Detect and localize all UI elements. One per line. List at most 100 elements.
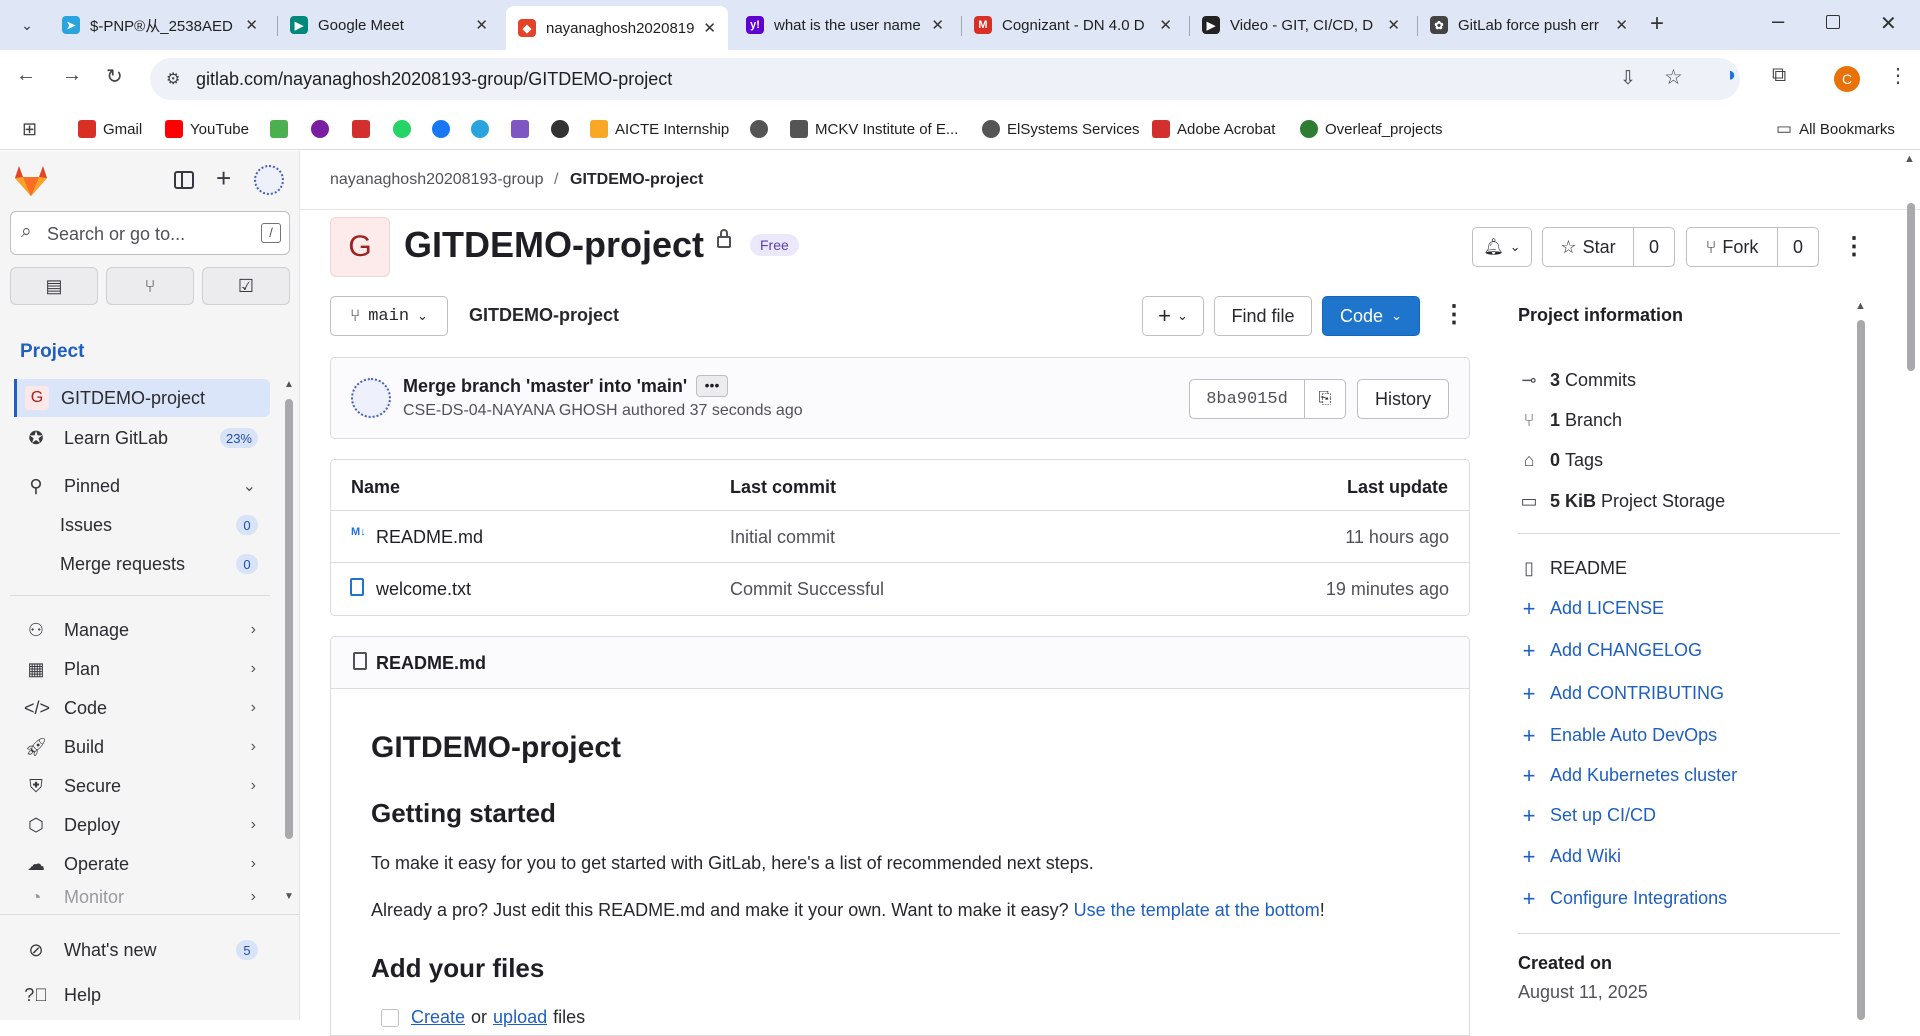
- close-icon[interactable]: ✕: [931, 16, 944, 34]
- bookmark-icon-only[interactable]: [432, 118, 457, 140]
- page-scrollbar[interactable]: ▲: [1904, 153, 1918, 1020]
- gitlab-logo-icon[interactable]: [14, 165, 48, 202]
- collapse-sidebar-icon[interactable]: [174, 171, 194, 189]
- sidebar-item-monitor[interactable]: ◔ Monitor ›: [10, 884, 270, 910]
- apps-grid-icon[interactable]: ⊞: [22, 118, 37, 140]
- close-icon[interactable]: ✕: [1615, 16, 1628, 34]
- commit-author-link[interactable]: CSE-DS-04-NAYANA GHOSH: [403, 402, 618, 419]
- sidebar-item-whats-new[interactable]: ⊘ What's new 5: [10, 931, 270, 969]
- bookmark-icon-only[interactable]: [511, 118, 536, 140]
- star-button[interactable]: ☆ Star: [1542, 227, 1634, 267]
- browser-tab-active[interactable]: ◆ nayanaghosh20208193 ✕: [506, 6, 728, 50]
- sidebar-item-help[interactable]: ?⃝ Help: [10, 976, 270, 1014]
- sidebar-item-secure[interactable]: ⛨ Secure ›: [10, 767, 270, 805]
- bookmark-icon-only[interactable]: [471, 118, 496, 140]
- copy-sha-button[interactable]: ⎘: [1304, 379, 1346, 419]
- browser-tab[interactable]: y! what is the user name ✕: [734, 8, 956, 42]
- setup-cicd-link[interactable]: + Set up CI/CD: [1518, 804, 1656, 826]
- file-last-commit-link[interactable]: Initial commit: [730, 527, 835, 548]
- commit-sha[interactable]: 8ba9015d: [1189, 379, 1305, 419]
- branch-selector[interactable]: ⑂ main ⌄: [330, 296, 448, 336]
- search-input[interactable]: ⌕ Search or go to... /: [10, 211, 290, 255]
- storage-link[interactable]: ▭ 5 KiB Project Storage: [1518, 491, 1725, 512]
- close-icon[interactable]: ✕: [475, 16, 488, 34]
- add-license-link[interactable]: + Add LICENSE: [1518, 597, 1665, 619]
- merge-requests-button[interactable]: ⑂: [106, 267, 194, 305]
- add-to-tree-dropdown[interactable]: + ⌄: [1142, 296, 1204, 336]
- bookmark-icon-only[interactable]: [352, 118, 377, 140]
- commit-message-link[interactable]: Merge branch 'master' into 'main': [403, 376, 687, 397]
- all-bookmarks[interactable]: ▭ All Bookmarks: [1776, 118, 1895, 140]
- sidebar-scrollbar[interactable]: ▲ ▼: [283, 379, 295, 909]
- close-icon[interactable]: ✕: [1159, 16, 1172, 34]
- sidebar-item-deploy[interactable]: ⬡ Deploy ›: [10, 806, 270, 844]
- sidebar-item-manage[interactable]: ⚇ Manage ›: [10, 611, 270, 649]
- sidebar-item-build[interactable]: 🚀︎ Build ›: [10, 728, 270, 766]
- close-icon[interactable]: ✕: [1387, 16, 1400, 34]
- browser-tab[interactable]: ✿ GitLab force push err ✕: [1418, 8, 1640, 42]
- extensions-puzzle-icon[interactable]: ⧉: [1772, 64, 1786, 87]
- profile-avatar[interactable]: C: [1834, 66, 1860, 92]
- bookmark-aicte[interactable]: AICTE Internship: [590, 118, 729, 140]
- fork-count[interactable]: 0: [1777, 227, 1819, 267]
- readme-link[interactable]: ▯ README: [1518, 558, 1627, 579]
- readme-file-link[interactable]: README.md: [376, 653, 486, 674]
- bookmark-adobe[interactable]: Adobe Acrobat: [1152, 118, 1275, 140]
- table-row[interactable]: M↓ README.md Initial commit 11 hours ago: [331, 510, 1469, 562]
- browser-tab[interactable]: M Cognizant - DN 4.0 D ✕: [962, 8, 1184, 42]
- add-contributing-link[interactable]: + Add CONTRIBUTING: [1518, 682, 1724, 704]
- sidebar-item-plan[interactable]: ▦ Plan ›: [10, 650, 270, 688]
- browser-tab[interactable]: ▶ Video - GIT, CI/CD, D ✕: [1190, 8, 1412, 42]
- browser-menu-icon[interactable]: ⋮: [1888, 63, 1908, 88]
- commit-author-avatar[interactable]: [351, 378, 391, 418]
- enable-auto-devops-link[interactable]: + Enable Auto DevOps: [1518, 724, 1718, 746]
- task-checkbox[interactable]: [381, 1008, 399, 1027]
- bookmark-icon-only[interactable]: [393, 118, 418, 140]
- add-changelog-link[interactable]: + Add CHANGELOG: [1518, 639, 1703, 661]
- sidebar-item-operate[interactable]: ☁ Operate ›: [10, 845, 270, 883]
- bookmark-youtube[interactable]: YouTube: [165, 118, 249, 140]
- bookmark-icon-only[interactable]: [551, 118, 576, 140]
- commits-link[interactable]: ⊸ 3 Commits: [1518, 370, 1636, 391]
- sidebar-item-issues[interactable]: Issues 0: [10, 506, 270, 544]
- create-new-icon[interactable]: +: [216, 163, 231, 194]
- add-kubernetes-cluster-link[interactable]: + Add Kubernetes cluster: [1518, 764, 1738, 786]
- assigned-issues-button[interactable]: ▤: [10, 267, 98, 305]
- breadcrumb-project-link[interactable]: GITDEMO-project: [570, 171, 703, 189]
- configure-integrations-link[interactable]: + Configure Integrations: [1518, 887, 1728, 909]
- bookmark-elsystems[interactable]: ElSystems Services: [982, 118, 1140, 140]
- sidebar-item-merge-requests[interactable]: Merge requests 0: [10, 545, 270, 583]
- close-icon[interactable]: ✕: [703, 19, 716, 37]
- todo-list-button[interactable]: ☑: [202, 267, 290, 305]
- sidebar-pinned-toggle[interactable]: ⚲ Pinned ⌄: [10, 467, 270, 505]
- forward-icon[interactable]: →: [62, 64, 82, 87]
- code-dropdown-button[interactable]: Code ⌄: [1322, 296, 1420, 336]
- browser-tab[interactable]: ➤ $-PNP®从_2538AED ✕: [50, 8, 270, 42]
- branches-link[interactable]: ⑂ 1 Branch: [1518, 410, 1622, 431]
- file-last-commit-link[interactable]: Commit Successful: [730, 579, 884, 600]
- table-row[interactable]: welcome.txt Commit Successful 19 minutes…: [331, 562, 1469, 614]
- template-link[interactable]: Use the template at the bottom: [1074, 900, 1320, 920]
- repo-path[interactable]: GITDEMO-project: [469, 305, 619, 326]
- commit-expand-button[interactable]: •••: [696, 375, 728, 397]
- extension-icon[interactable]: ◗: [1726, 64, 1738, 87]
- more-actions-icon[interactable]: ⋮: [1842, 232, 1866, 261]
- bookmark-icon-only[interactable]: [750, 118, 775, 140]
- tags-link[interactable]: ⌂ 0 Tags: [1518, 450, 1603, 471]
- star-count[interactable]: 0: [1633, 227, 1675, 267]
- restore-button[interactable]: [1826, 15, 1840, 29]
- find-file-button[interactable]: Find file: [1214, 296, 1312, 336]
- upload-link[interactable]: upload: [493, 1007, 547, 1028]
- bookmark-overleaf[interactable]: Overleaf_projects: [1300, 118, 1443, 140]
- site-info-icon[interactable]: ⚙: [166, 69, 180, 89]
- back-icon[interactable]: ←: [16, 64, 36, 87]
- omnibox[interactable]: ⚙ gitlab.com/nayanaghosh20208193-group/G…: [150, 58, 1740, 100]
- bookmark-star-icon[interactable]: ☆: [1664, 65, 1683, 90]
- url-text[interactable]: gitlab.com/nayanaghosh20208193-group/GIT…: [196, 69, 672, 90]
- tab-search-button[interactable]: ⌄: [14, 12, 40, 38]
- user-avatar[interactable]: [254, 165, 284, 195]
- install-app-icon[interactable]: ⇩: [1620, 67, 1636, 90]
- tier-badge[interactable]: Free: [750, 234, 799, 256]
- new-tab-button[interactable]: +: [1650, 10, 1664, 38]
- sidebar-item-code[interactable]: </> Code ›: [10, 689, 270, 727]
